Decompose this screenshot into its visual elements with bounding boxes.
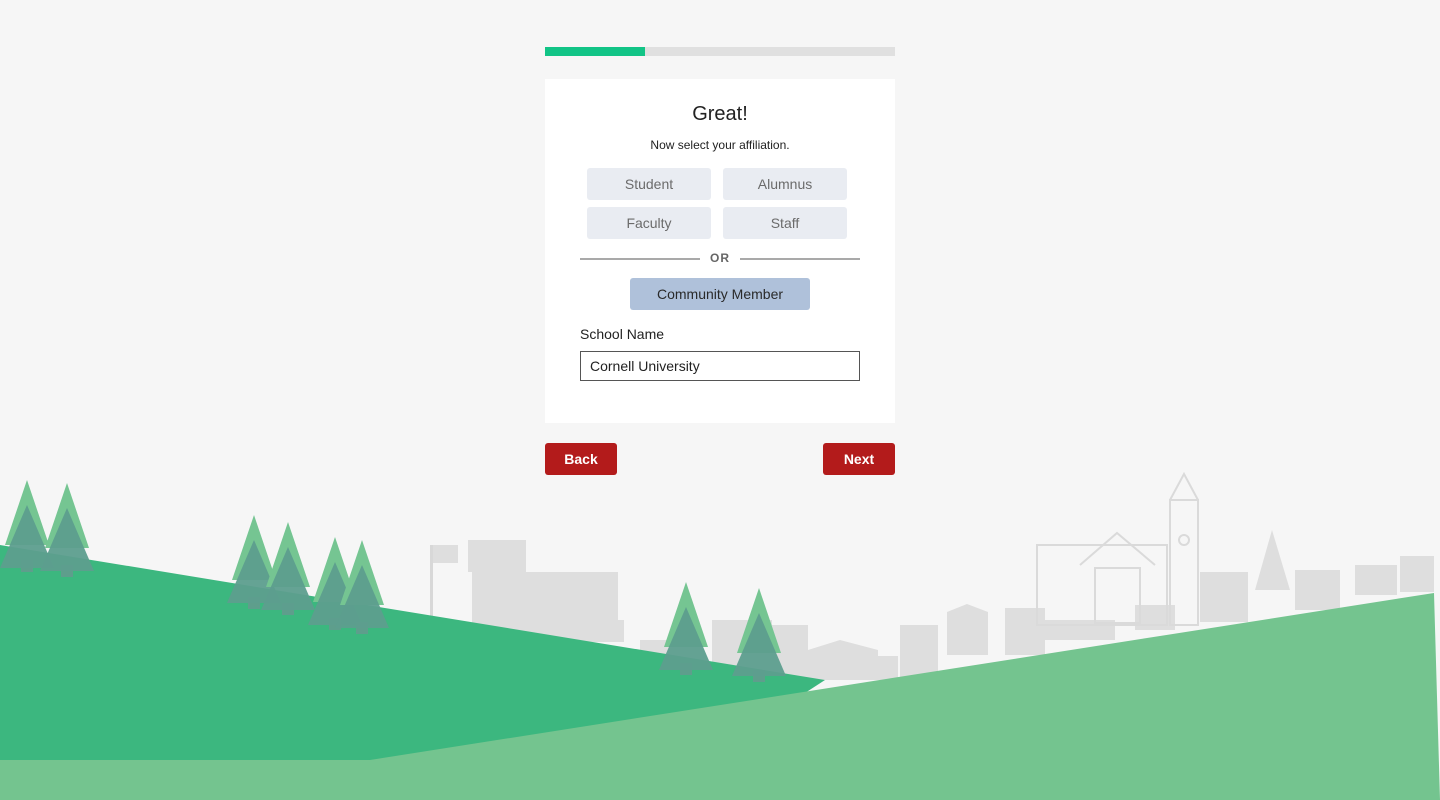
card-title: Great! — [692, 103, 748, 125]
card-subtitle: Now select your affiliation. — [650, 138, 790, 152]
progress-bar — [545, 47, 895, 56]
option-student-button[interactable]: Student — [587, 168, 711, 200]
divider-text: OR — [710, 251, 730, 265]
option-staff-button[interactable]: Staff — [723, 207, 847, 239]
affiliation-card: Great! Now select your affiliation. Stud… — [545, 79, 895, 423]
option-faculty-button[interactable]: Faculty — [587, 207, 711, 239]
next-button[interactable]: Next — [823, 443, 895, 475]
or-divider: OR — [580, 251, 860, 265]
back-button[interactable]: Back — [545, 443, 617, 475]
school-name-label: School Name — [580, 326, 665, 342]
school-name-input[interactable] — [580, 351, 860, 381]
option-alumnus-button[interactable]: Alumnus — [723, 168, 847, 200]
progress-bar-fill — [545, 47, 645, 56]
community-member-button[interactable]: Community Member — [630, 278, 810, 310]
